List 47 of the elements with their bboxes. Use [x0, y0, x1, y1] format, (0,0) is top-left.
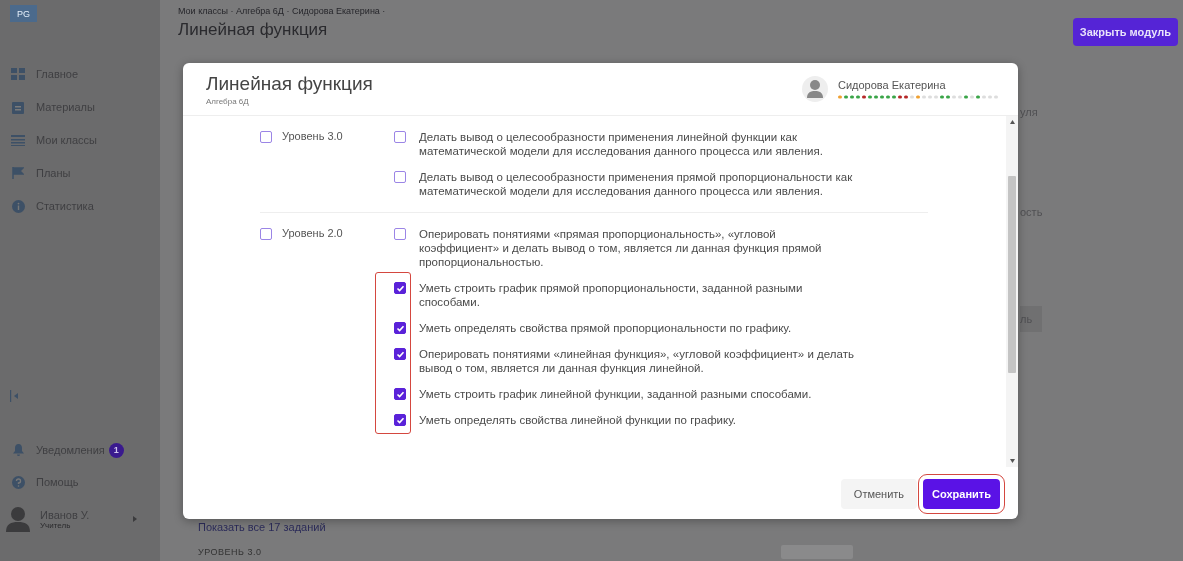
student-name: Сидорова Екатерина [838, 79, 947, 91]
modal-title: Линейная функция [206, 72, 373, 95]
checkbox[interactable] [394, 282, 406, 294]
modal-subtitle: Алгебра 6Д [206, 96, 250, 106]
level-heading: УРОВЕНЬ 3.0 [198, 547, 262, 557]
scrollbar[interactable] [1006, 116, 1018, 467]
checkbox[interactable] [394, 131, 406, 143]
checkbox[interactable] [394, 322, 406, 334]
skill-text: Оперировать понятиями «линейная функция», «угловой коэффициент» и делать вывод о том, является ли данная функция линейной. [419, 347, 855, 375]
clipboard-icon [10, 100, 26, 114]
checkbox[interactable] [260, 228, 272, 240]
skill-text: Делать вывод о целесообразности применения линейной функции как математической модели для исследования данного процесса или явления. [419, 130, 824, 158]
scroll-down-icon[interactable] [1009, 459, 1015, 463]
user-role: Учитель [40, 520, 72, 530]
save-button[interactable]: Сохранить [923, 479, 1000, 509]
level-label: Уровень 3.0 [282, 130, 343, 142]
checkbox[interactable] [394, 228, 406, 240]
skill-text: Оперировать понятиями «прямая пропорциональность», «угловой коэффициент» и делать вывод о том, является ли данная функция прямой пропорциональностью. [419, 227, 823, 269]
skill-text: Уметь определять свойства линейной функции по графику. [419, 413, 737, 427]
flag-icon [10, 167, 26, 179]
skill-text: Уметь определять свойства прямой пропорциональности по графику. [419, 321, 793, 335]
app-logo[interactable]: PG [10, 5, 37, 22]
checkbox[interactable] [394, 348, 406, 360]
skill-text: Уметь строить график линейной функции, заданной разными способами. [419, 387, 813, 401]
bell-icon [10, 444, 26, 456]
checkbox[interactable] [394, 414, 406, 426]
avatar-icon [6, 506, 30, 532]
checkbox[interactable] [394, 171, 406, 183]
page-title: Линейная функция [178, 20, 329, 40]
skill-text: Уметь строить график прямой пропорциональности, заданной разными способами. [419, 281, 804, 309]
breadcrumb[interactable]: Мои классы · Алгебра 6Д · Сидорова Екатерина · [178, 6, 386, 16]
info-icon [10, 199, 26, 213]
grid-icon [10, 68, 26, 80]
avatar-icon [802, 76, 828, 102]
collapse-icon[interactable] [10, 390, 20, 402]
cancel-button[interactable]: Отменить [840, 479, 918, 509]
level-label: Уровень 2.0 [282, 227, 343, 239]
close-module-button[interactable]: Закрыть модуль [1072, 18, 1178, 46]
table-icon [10, 134, 26, 146]
checkbox[interactable] [394, 388, 406, 400]
notification-count-badge: 1 [108, 442, 124, 458]
show-all-link[interactable]: Показать все 17 заданий [198, 521, 1178, 533]
skill-text: Делать вывод о целесообразности применения прямой пропорциональности как математической модели для исследования данного процесса или явления. [419, 170, 854, 198]
scroll-up-icon[interactable] [1009, 120, 1015, 124]
caret-icon[interactable] [133, 516, 138, 522]
checkbox[interactable] [260, 131, 272, 143]
help-icon [10, 475, 26, 489]
